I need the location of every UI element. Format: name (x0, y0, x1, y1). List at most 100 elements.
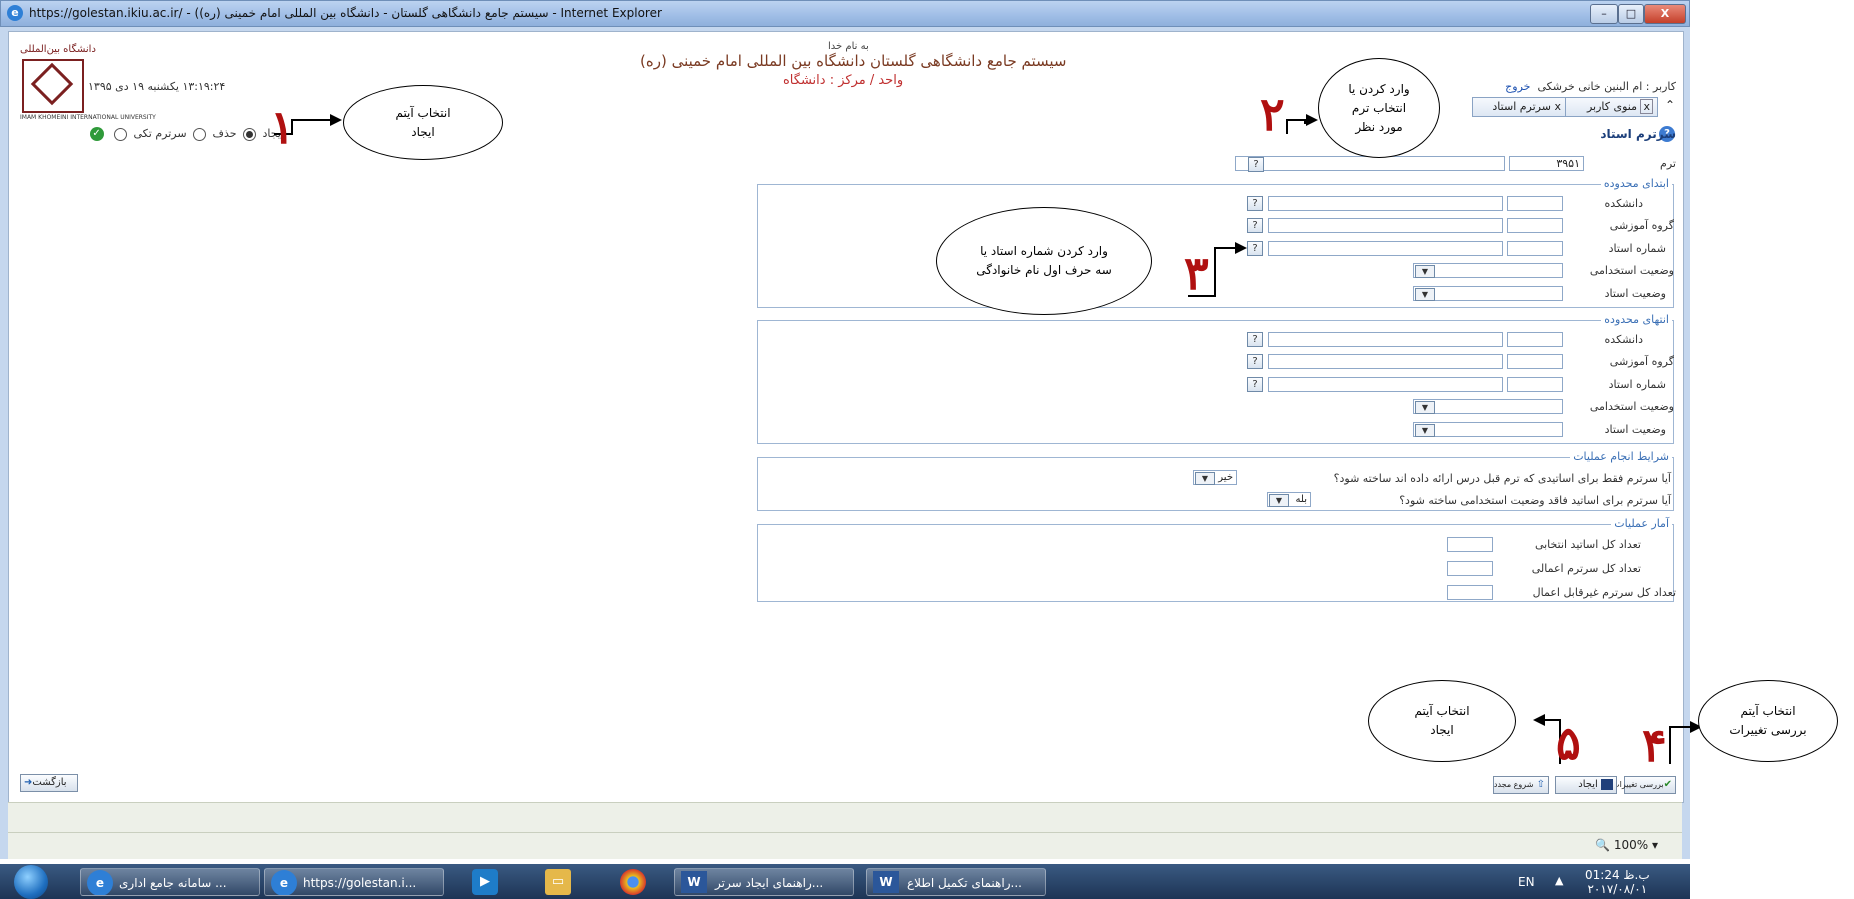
term-label: ترم (1660, 157, 1676, 170)
range-start-legend: ابتدای محدوده (1600, 177, 1672, 190)
rs-faculty-lookup[interactable]: ? (1247, 196, 1263, 211)
bismillah: به نام خدا (828, 41, 869, 52)
rs-group-code[interactable] (1507, 218, 1563, 233)
annotation-text: انتخاب آیتم (1740, 704, 1796, 718)
re-profno-code[interactable] (1507, 377, 1563, 392)
re-faculty-lookup[interactable]: ? (1247, 332, 1263, 347)
rs-group-lookup[interactable]: ? (1247, 218, 1263, 233)
media-player-icon[interactable]: ▶ (472, 869, 498, 895)
tab-user-menu[interactable]: x منوی کاربر (1560, 97, 1658, 117)
create-button[interactable]: ایجاد (1555, 776, 1617, 794)
chevron-down-icon[interactable]: ▼ (1195, 472, 1215, 485)
re-group-lookup[interactable]: ? (1247, 354, 1263, 369)
stat-selected-field (1447, 537, 1493, 552)
re-group-label: گروه آموزشی (1609, 355, 1674, 368)
taskbar-label: https://golestan.i... (303, 876, 417, 890)
annotation-text: وارد کردن شماره استاد یا (980, 244, 1108, 258)
conditions-legend: شرایط انجام عملیات (1570, 450, 1672, 463)
condition-q1-select[interactable]: خیر ▼ (1193, 470, 1237, 485)
rs-group-name[interactable] (1268, 218, 1503, 233)
taskbar-item-golestan[interactable]: e https://golestan.i... (264, 868, 444, 896)
tab-professor-term[interactable]: x سرترم استاد (1472, 97, 1566, 117)
stat-applied-field (1447, 561, 1493, 576)
annotation-4-number: ۴ (1642, 718, 1667, 772)
chevron-down-icon[interactable]: ▼ (1415, 424, 1435, 437)
re-status-select[interactable]: ▼ (1413, 422, 1563, 437)
mode-create-radio[interactable] (243, 127, 257, 141)
restart-button[interactable]: ⇧ شروع مجدد (1493, 776, 1549, 794)
term-lookup-button[interactable]: ? (1248, 157, 1264, 172)
annotation-text: بررسی تغییرات (1729, 723, 1807, 737)
annotation-text: ایجاد (411, 124, 435, 139)
rs-faculty-code[interactable] (1507, 196, 1563, 211)
taskbar-label: ...راهنمای ایجاد سرتر (715, 876, 824, 890)
taskbar-item-admin[interactable]: e ... سامانه جامع اداری (80, 868, 260, 896)
logout-link[interactable]: خروج (1505, 80, 1530, 93)
annotation-text: وارد کردن یا (1348, 81, 1410, 96)
window-title: https://golestan.ikiu.ac.ir/ - (سیستم جا… (29, 6, 662, 20)
save-icon (1601, 778, 1613, 790)
re-group-name[interactable] (1268, 354, 1503, 369)
re-employment-label: وضعیت استخدامی (1589, 400, 1674, 413)
re-faculty-code[interactable] (1507, 332, 1563, 347)
stat-not-applied-label: تعداد کل سرترم غیرقابل اعمال (1532, 586, 1676, 599)
chevron-down-icon[interactable]: ▼ (1269, 494, 1289, 507)
zoom-level[interactable]: 🔍 100% ▾ (1595, 838, 1658, 852)
zoom-icon: 🔍 (1595, 838, 1611, 852)
taskbar-item-word-2[interactable]: W ...راهنمای تکمیل اطلاع (866, 868, 1046, 896)
tray-expand-icon[interactable]: ▲ (1555, 874, 1563, 887)
re-status-label: وضعیت استاد (1604, 423, 1666, 436)
clock[interactable]: ب.ظ 01:24 ۲۰۱۷/۰۸/۰۱ (1585, 868, 1650, 896)
annotation-4-bubble: انتخاب آیتم بررسی تغییرات (1698, 680, 1838, 762)
rs-profno-code[interactable] (1507, 241, 1563, 256)
rs-profno-lookup[interactable]: ? (1247, 241, 1263, 256)
annotation-2-number: ۲ (1260, 87, 1285, 141)
condition-q2-select[interactable]: بله ▼ (1267, 492, 1311, 507)
re-profno-name[interactable] (1268, 377, 1503, 392)
review-changes-button[interactable]: ✔بررسی تغییرات (1612, 776, 1676, 794)
re-group-code[interactable] (1507, 354, 1563, 369)
logo-emblem (30, 62, 74, 106)
mode-delete-label: حذف (212, 127, 237, 140)
maximize-button[interactable]: □ (1618, 4, 1644, 24)
taskbar-label: ... سامانه جامع اداری (119, 876, 227, 890)
back-button[interactable]: ➜بازگشت (20, 774, 78, 792)
chrome-icon[interactable] (620, 869, 646, 895)
chevron-down-icon[interactable]: ▼ (1415, 288, 1435, 301)
start-button[interactable] (14, 865, 48, 899)
term-name-field[interactable] (1235, 156, 1505, 171)
rs-employment-select[interactable]: ▼ (1413, 263, 1563, 278)
ie-icon: e (7, 5, 23, 21)
annotation-text: انتخاب آیتم (1414, 704, 1470, 718)
mode-delete-radio[interactable] (193, 127, 207, 141)
annotation-2-bubble: وارد کردن یا انتخاب ترم مورد نظر (1318, 58, 1440, 158)
taskbar-item-word-1[interactable]: W ...راهنمای ایجاد سرتر (674, 868, 854, 896)
range-end-legend: انتهای محدوده (1601, 313, 1672, 326)
chevron-down-icon[interactable]: ▼ (1415, 401, 1435, 414)
term-input[interactable]: ۳۹۵۱ (1509, 156, 1584, 171)
collapse-icon[interactable]: ⌃ (1665, 98, 1675, 112)
close-button[interactable]: X (1644, 4, 1686, 24)
minimize-button[interactable]: – (1590, 4, 1618, 24)
condition-q2-label: آیا سرترم برای اساتید فاقد وضعیت استخدام… (1399, 494, 1671, 507)
tab-label: منوی کاربر (1586, 100, 1637, 113)
stats-legend: آمار عملیات (1611, 517, 1672, 530)
restart-icon: ⇧ (1536, 779, 1545, 790)
annotation-text: مورد نظر (1355, 119, 1403, 134)
rs-status-select[interactable]: ▼ (1413, 286, 1563, 301)
re-employment-select[interactable]: ▼ (1413, 399, 1563, 414)
rs-faculty-name[interactable] (1268, 196, 1503, 211)
confirm-icon[interactable]: ✓ (89, 127, 104, 141)
mode-single-radio[interactable] (114, 127, 128, 141)
rs-profno-name[interactable] (1268, 241, 1503, 256)
language-indicator[interactable]: EN (1518, 875, 1535, 889)
word-icon: W (681, 871, 707, 893)
re-faculty-name[interactable] (1268, 332, 1503, 347)
ie-icon: e (87, 870, 113, 895)
chevron-down-icon[interactable]: ▼ (1415, 265, 1435, 278)
university-logo (22, 59, 84, 113)
tab-close-icon[interactable]: x (1554, 100, 1561, 113)
re-profno-lookup[interactable]: ? (1247, 377, 1263, 392)
tab-close-icon[interactable]: x (1640, 99, 1653, 114)
folder-icon[interactable]: ▭ (545, 869, 571, 895)
